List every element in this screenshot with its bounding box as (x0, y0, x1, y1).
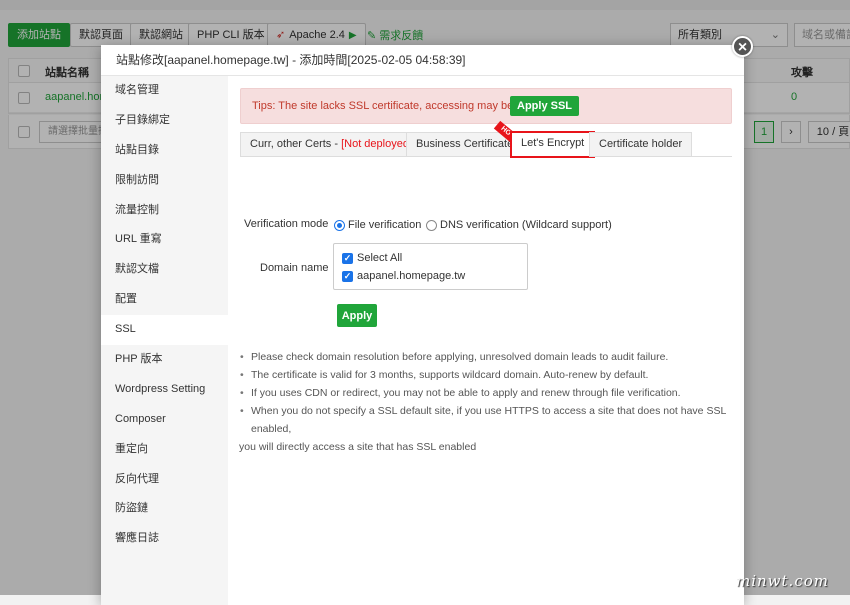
modal-title: 站點修改[aapanel.homepage.tw] - 添加時間[2025-02… (101, 45, 744, 76)
ssl-notes: Please check domain resolution before ap… (238, 348, 738, 456)
apply-ssl-button[interactable]: Apply SSL (510, 96, 580, 116)
nav-item-php[interactable]: PHP 版本 (101, 345, 228, 375)
apply-button[interactable]: Apply (337, 304, 377, 327)
watermark: minwt.com (736, 572, 829, 590)
nav-item-hotlink[interactable]: 防盜鏈 (101, 494, 228, 524)
nav-item-logs[interactable]: 響應日誌 (101, 524, 228, 554)
note-item: The certificate is valid for 3 months, s… (238, 366, 738, 384)
nav-item-composer[interactable]: Composer (101, 405, 228, 435)
domain-list: ✓ Select All ✓ aapanel.homepage.tw (333, 243, 528, 290)
domain-label[interactable]: aapanel.homepage.tw (357, 270, 465, 282)
ssl-tabs: Curr, other Certs - [Not deployed] Busin… (240, 120, 732, 158)
nav-item-domain[interactable]: 域名管理 (101, 76, 228, 106)
domain-checkbox[interactable]: ✓ (342, 271, 353, 282)
file-verification-radio[interactable] (334, 220, 345, 231)
tab-certificate-holder[interactable]: Certificate holder (589, 132, 693, 157)
select-all-label[interactable]: Select All (357, 252, 402, 264)
nav-item-reverse-proxy[interactable]: 反向代理 (101, 465, 228, 495)
tab-current-certs[interactable]: Curr, other Certs - [Not deployed] (240, 132, 423, 157)
select-all-domains-checkbox[interactable]: ✓ (342, 253, 353, 264)
not-deployed-label: [Not deployed] (341, 138, 413, 150)
ssl-content: Tips: The site lacks SSL certificate, ac… (228, 76, 744, 605)
site-edit-modal: 站點修改[aapanel.homepage.tw] - 添加時間[2025-02… (101, 45, 744, 605)
dns-verification-radio[interactable] (426, 220, 437, 231)
nav-item-ssl[interactable]: SSL (101, 315, 228, 346)
modal-side-nav: 域名管理 子目錄綁定 站點目錄 限制訪問 流量控制 URL 重寫 默認文檔 配置… (101, 76, 228, 605)
domain-name-label: Domain name (260, 262, 329, 274)
nav-item-redirect[interactable]: 重定向 (101, 435, 228, 465)
nav-item-default-doc[interactable]: 默認文檔 (101, 255, 228, 285)
tab-current-certs-label: Curr, other Certs - (250, 138, 342, 150)
verification-mode-label: Verification mode (244, 218, 329, 230)
nav-item-wordpress[interactable]: Wordpress Setting (101, 375, 228, 405)
ssl-tip-alert: Tips: The site lacks SSL certificate, ac… (240, 88, 732, 124)
nav-item-traffic[interactable]: 流量控制 (101, 196, 228, 226)
nav-item-url-rewrite[interactable]: URL 重寫 (101, 225, 228, 255)
note-item: If you uses CDN or redirect, you may not… (238, 384, 738, 402)
note-item: Please check domain resolution before ap… (238, 348, 738, 366)
nav-item-config[interactable]: 配置 (101, 285, 228, 315)
nav-item-site-dir[interactable]: 站點目錄 (101, 136, 228, 166)
tip-text: Tips: The site lacks SSL certificate, ac… (252, 100, 542, 112)
note-continuation: you will directly access a site that has… (239, 441, 477, 453)
close-modal-icon[interactable]: × (732, 36, 753, 57)
dns-verification-label[interactable]: DNS verification (Wildcard support) (440, 219, 612, 231)
note-item: When you do not specify a SSL default si… (238, 402, 738, 438)
tab-lets-encrypt[interactable]: Let's Encrypt (510, 131, 596, 158)
nav-item-subdir[interactable]: 子目錄綁定 (101, 106, 228, 136)
nav-item-access-limit[interactable]: 限制訪問 (101, 166, 228, 196)
file-verification-label[interactable]: File verification (348, 219, 421, 231)
